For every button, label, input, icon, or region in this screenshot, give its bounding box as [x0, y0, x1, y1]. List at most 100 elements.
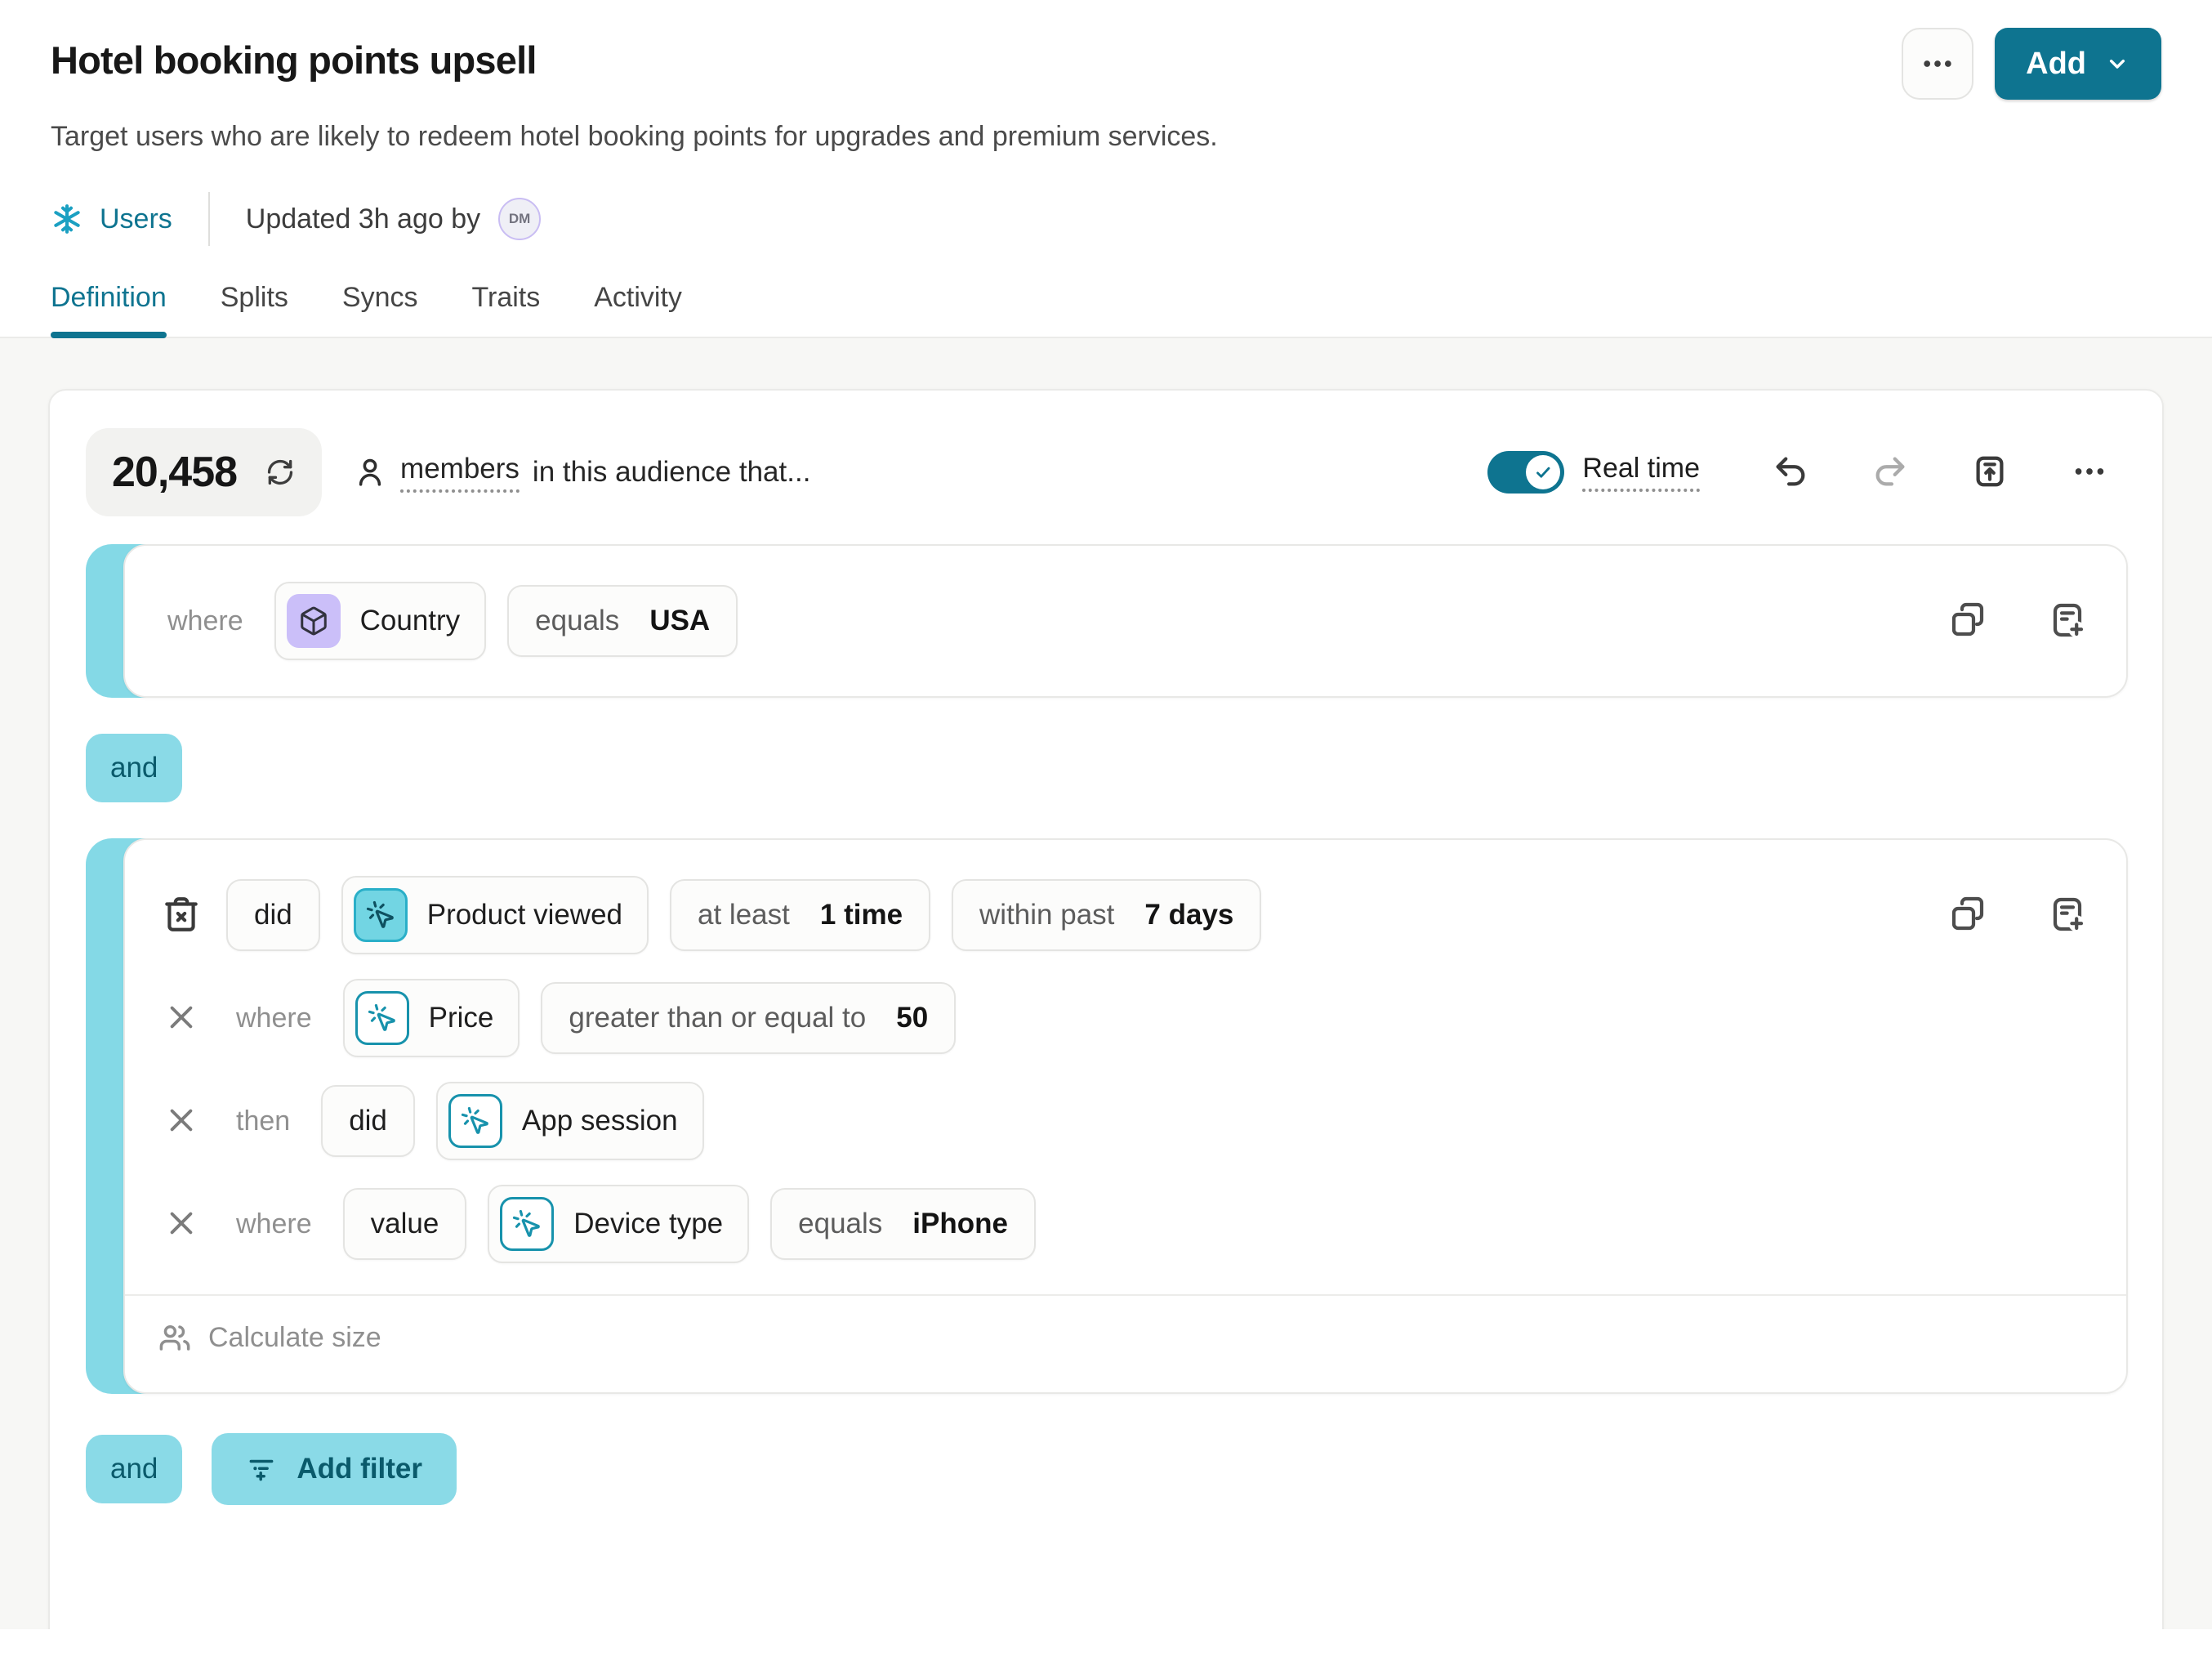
add-filter-button[interactable]: Add filter [212, 1433, 457, 1505]
tab-syncs[interactable]: Syncs [342, 282, 418, 337]
vertical-divider [208, 192, 210, 246]
member-count-pill: 20,458 [86, 428, 322, 516]
audience-definition-card: 20,458 members in this audience that... [48, 389, 2164, 1629]
avatar: DM [498, 198, 541, 240]
member-count: 20,458 [112, 448, 237, 497]
updated-text: Updated 3h ago by [246, 203, 480, 235]
operator-text: greater than or equal to [569, 1002, 866, 1034]
updated-info: Updated 3h ago by DM [246, 198, 541, 240]
event-label: Product viewed [427, 899, 622, 931]
operator-chip-device[interactable]: equals iPhone [770, 1188, 1036, 1260]
condition-row-country: where Country equals USA [123, 544, 2128, 698]
event-row-price: where Price greater than or equal to 50 [158, 979, 2094, 1057]
ellipsis-icon [1920, 46, 1956, 82]
remove-filter-button[interactable] [164, 1000, 198, 1037]
keyword-where: where [236, 1208, 312, 1240]
card-more-button[interactable] [2071, 453, 2108, 493]
did-label: did [349, 1105, 387, 1137]
audience-sentence: members in this audience that... [353, 453, 810, 493]
operator-text: equals [535, 605, 619, 637]
audience-entity-selector[interactable]: Users [51, 203, 172, 235]
add-filter-label: Add filter [297, 1453, 422, 1485]
property-chip-price[interactable]: Price [343, 979, 520, 1057]
export-audience-button[interactable] [1971, 453, 2009, 493]
property-label: Price [429, 1002, 494, 1034]
event-condition-card: did Product viewed at least 1 time [123, 838, 2128, 1394]
event-row-actions [1948, 895, 2087, 936]
tab-traits[interactable]: Traits [471, 282, 540, 337]
condition-row-actions [1948, 601, 2087, 642]
tab-definition[interactable]: Definition [51, 282, 167, 337]
definition-content: 20,458 members in this audience that... [0, 338, 2212, 1629]
remove-filter-button[interactable] [164, 1103, 198, 1140]
field-label: Country [360, 605, 461, 637]
add-button-label: Add [2026, 47, 2086, 82]
did-chip[interactable]: did [226, 879, 320, 951]
operator-value: 50 [896, 1002, 928, 1034]
did-chip[interactable]: did [321, 1085, 415, 1157]
page-title: Hotel booking points upsell [51, 28, 537, 83]
page-header: Hotel booking points upsell Add Target u… [0, 0, 2212, 338]
connector-and[interactable]: and [86, 734, 182, 802]
page-description: Target users who are likely to redeem ho… [51, 121, 2161, 153]
event-click-icon [448, 1094, 502, 1148]
chevron-down-icon [2104, 51, 2130, 77]
add-note-button[interactable] [2048, 601, 2087, 642]
time-window-chip[interactable]: within past 7 days [952, 879, 1261, 951]
tab-activity[interactable]: Activity [594, 282, 682, 337]
remove-filter-button[interactable] [164, 1206, 198, 1243]
undo-button[interactable] [1772, 453, 1809, 493]
history-toolbar [1772, 453, 2108, 493]
connector-and[interactable]: and [86, 1435, 182, 1503]
event-click-icon [354, 888, 408, 942]
value-label: value [371, 1208, 439, 1240]
calculate-size-button[interactable]: Calculate size [158, 1296, 2094, 1356]
event-row-app-session: then did App session [158, 1082, 2094, 1160]
operator-value: USA [649, 605, 710, 637]
audience-builder-page: Hotel booking points upsell Add Target u… [0, 0, 2212, 1629]
operator-text: equals [798, 1208, 882, 1240]
duplicate-condition-button[interactable] [1948, 895, 1987, 936]
snowflake-icon [51, 203, 83, 235]
duplicate-condition-button[interactable] [1948, 601, 1987, 642]
users-icon [158, 1320, 192, 1355]
audience-sentence-text: in this audience that... [533, 456, 811, 489]
frequency-text: at least [698, 899, 790, 931]
delete-condition-button[interactable] [161, 894, 202, 937]
operator-chip-country[interactable]: equals USA [507, 585, 738, 657]
tab-bar: Definition Splits Syncs Traits Activity [0, 282, 2212, 338]
event-chip-product-viewed[interactable]: Product viewed [341, 876, 649, 954]
event-property-icon [355, 991, 409, 1045]
did-label: did [254, 899, 292, 931]
refresh-count-button[interactable] [265, 457, 296, 488]
property-label: Device type [573, 1208, 723, 1240]
header-actions: Add [1902, 28, 2161, 100]
builder-toolbar: Real time [1487, 451, 2128, 494]
toggle-knob [1526, 455, 1560, 489]
more-actions-button[interactable] [1902, 28, 1973, 100]
audience-entity-label: Users [100, 203, 172, 235]
add-filter-row: and Add filter [86, 1433, 2128, 1505]
value-chip[interactable]: value [343, 1188, 467, 1260]
event-chip-app-session[interactable]: App session [436, 1082, 704, 1160]
realtime-label: Real time [1582, 453, 1700, 492]
calculate-size-label: Calculate size [208, 1322, 381, 1354]
field-chip-country[interactable]: Country [274, 582, 487, 660]
keyword-where: where [167, 605, 243, 637]
condition-group-trait: where Country equals USA [86, 544, 2128, 698]
header-top-row: Hotel booking points upsell Add [51, 28, 2161, 100]
tab-splits[interactable]: Splits [221, 282, 288, 337]
add-note-button[interactable] [2048, 895, 2087, 936]
members-selector[interactable]: members [400, 453, 520, 493]
property-chip-device-type[interactable]: Device type [488, 1185, 749, 1263]
condition-group-event: did Product viewed at least 1 time [86, 838, 2128, 1394]
trait-cube-icon [287, 594, 341, 648]
add-button[interactable]: Add [1995, 28, 2161, 100]
filter-plus-icon [246, 1454, 277, 1485]
operator-chip-price[interactable]: greater than or equal to 50 [541, 982, 956, 1054]
redo-button[interactable] [1871, 453, 1909, 493]
frequency-value: 1 time [820, 899, 903, 931]
realtime-toggle[interactable] [1487, 451, 1564, 494]
frequency-chip[interactable]: at least 1 time [670, 879, 930, 951]
meta-row: Users Updated 3h ago by DM [51, 192, 2161, 246]
